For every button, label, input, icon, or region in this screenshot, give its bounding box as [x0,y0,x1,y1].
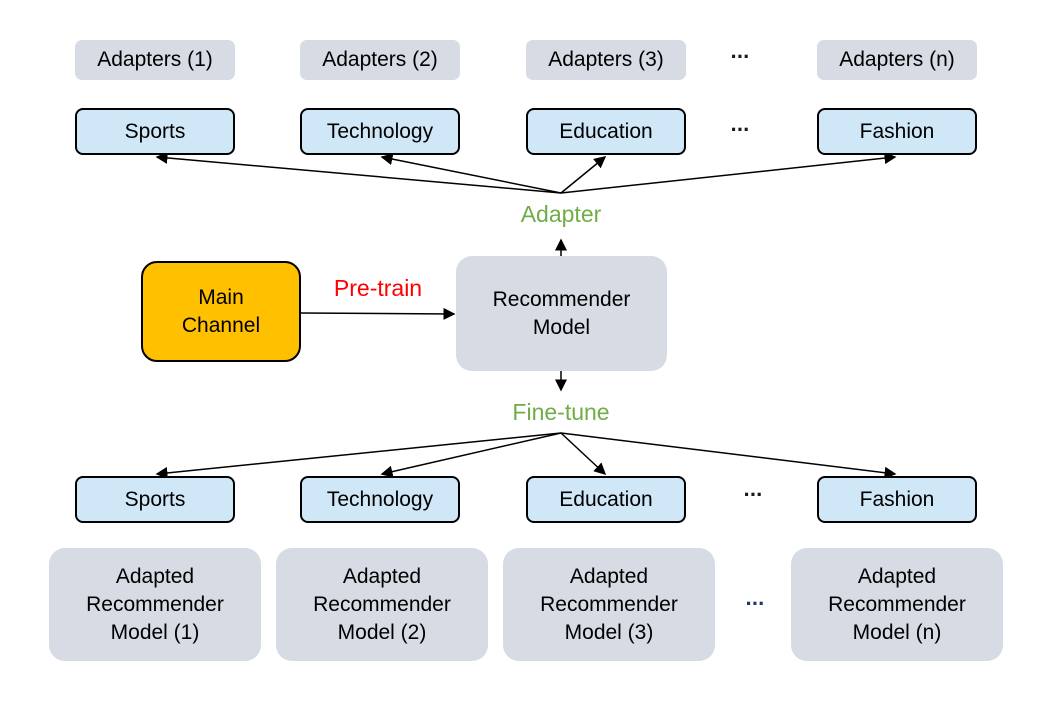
adapter-box-2: Adapters (2) [300,40,460,80]
top-domain-technology: Technology [300,108,460,155]
arrow-adapter-sports [155,151,562,194]
bottom-domain-fashion: Fashion [817,476,977,523]
adapter-box-1: Adapters (1) [75,40,235,80]
top-domain-education: Education [526,108,686,155]
arrow-finetune-technology [380,432,562,478]
main-channel-box: Main Channel [141,261,301,362]
finetune-label: Fine-tune [512,399,610,425]
adapter-label: Adapter [520,201,602,227]
adapter-box-n: Adapters (n) [817,40,977,80]
diagram: Adapters (1) Adapters (2) Adapters (3) A… [0,0,1050,702]
arrow-adapter-fashion [560,152,897,194]
top-domain-sports: Sports [75,108,235,155]
arrow-adapter-technology [380,153,562,194]
arrow-finetune-education [560,432,607,476]
bottom-domain-technology: Technology [300,476,460,523]
bottom-domain-education: Education [526,476,686,523]
arrow-adapter-education [560,156,607,194]
adapted-model-1: Adapted Recommender Model (1) [49,548,261,661]
adapter-box-3: Adapters (3) [526,40,686,80]
arrow-finetune-fashion [560,432,897,479]
ellipsis: ··· [730,44,751,69]
bottom-domain-sports: Sports [75,476,235,523]
ellipsis: ··· [745,591,766,616]
ellipsis: ··· [743,482,764,507]
arrow-pretrain [300,307,456,320]
arrow-finetune-sports [155,432,562,479]
adapted-model-3: Adapted Recommender Model (3) [503,548,715,661]
adapted-model-2: Adapted Recommender Model (2) [276,548,488,661]
pretrain-label: Pre-train [333,275,423,301]
adapted-model-n: Adapted Recommender Model (n) [791,548,1003,661]
top-domain-fashion: Fashion [817,108,977,155]
ellipsis: ··· [730,117,751,142]
recommender-model-box: Recommender Model [456,256,667,371]
